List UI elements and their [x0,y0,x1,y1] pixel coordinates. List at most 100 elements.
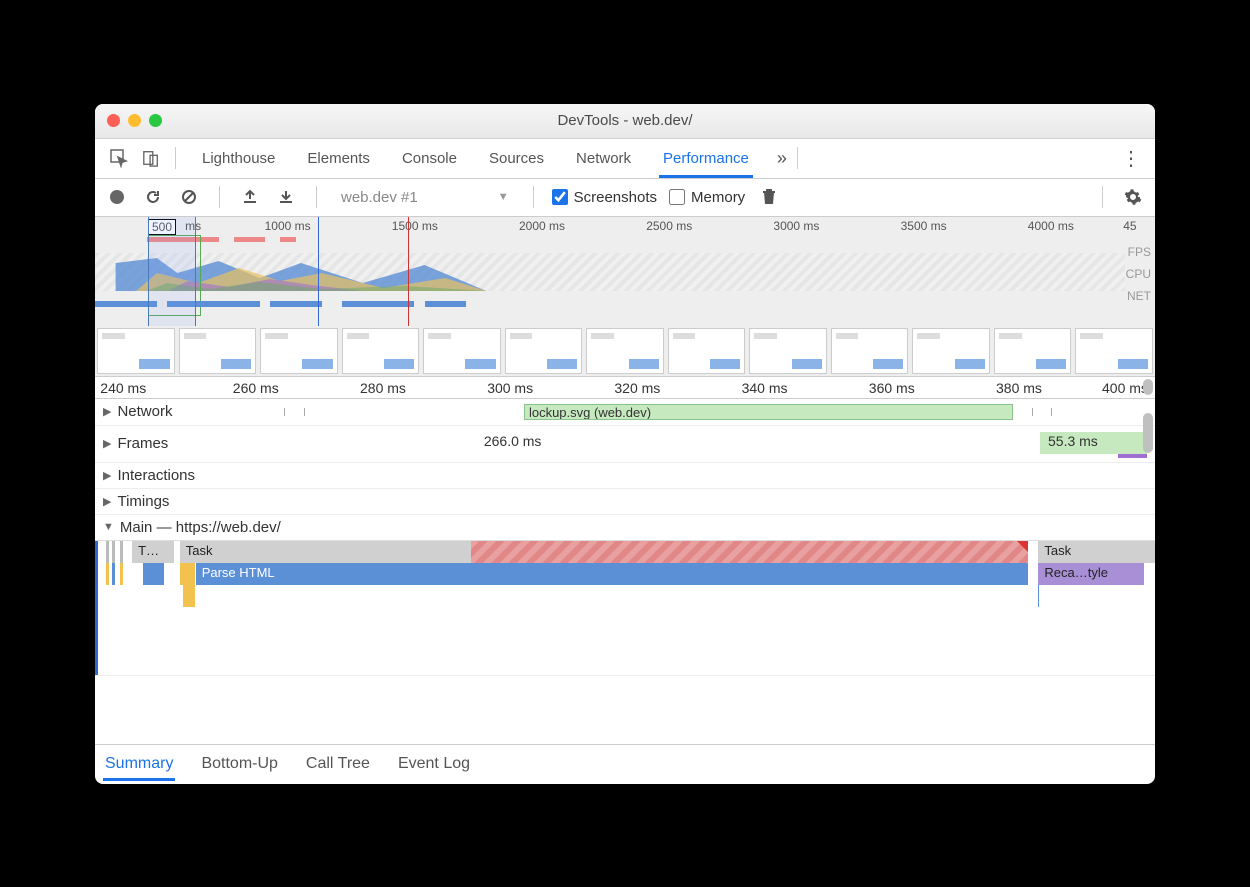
inspect-element-icon[interactable] [105,144,133,172]
overview-fps-lane [95,235,1125,247]
screenshot-thumb[interactable] [97,328,175,374]
expand-icon: ▶ [103,437,111,450]
cpu-label: CPU [1126,263,1151,285]
tab-sources[interactable]: Sources [473,139,560,178]
performance-toolbar: web.dev #1 ▼ Screenshots Memory [95,179,1155,217]
devtools-menu-icon[interactable]: ⋮ [1117,146,1145,171]
tab-elements[interactable]: Elements [291,139,386,178]
ruler-tick: 320 ms [614,380,660,396]
frame-duration[interactable]: 55.3 ms [1040,432,1147,454]
screenshot-thumb[interactable] [505,328,583,374]
frame-duration[interactable]: 266.0 ms [476,432,550,454]
frames-track-header[interactable]: ▶ Frames 266.0 ms 55.3 ms [95,426,1155,462]
dropdown-caret-icon: ▼ [498,191,509,203]
overview-ruler: 500 ms 1000 ms 1500 ms 2000 ms 2500 ms 3… [95,217,1155,235]
tab-event-log[interactable]: Event Log [396,747,472,781]
memory-label: Memory [691,189,745,206]
main-track-header[interactable]: ▼ Main — https://web.dev/ [95,515,1155,540]
screenshot-thumb[interactable] [423,328,501,374]
network-request-bar[interactable]: lockup.svg (web.dev) [524,404,1013,420]
tab-network[interactable]: Network [560,139,647,178]
screenshot-thumb[interactable] [1075,328,1153,374]
ruler-tick: 1000 ms [265,219,311,233]
details-tabs: Summary Bottom-Up Call Tree Event Log [95,744,1155,784]
task-bar[interactable]: Task [1038,541,1155,563]
screenshot-thumb[interactable] [342,328,420,374]
screenshots-input[interactable] [552,189,568,205]
tab-summary[interactable]: Summary [103,747,175,781]
close-window-button[interactable] [107,114,120,127]
reload-record-button[interactable] [141,185,165,209]
main-flame-chart[interactable]: T… Task Task Parse HTML Reca…tyle [95,540,1155,675]
save-profile-button[interactable] [274,185,298,209]
device-toolbar-icon[interactable] [137,144,165,172]
main-label: Main — https://web.dev/ [120,519,281,536]
ruler-scrollbar[interactable] [1143,379,1153,395]
panel-tabbar: Lighthouse Elements Console Sources Netw… [95,139,1155,179]
detail-ruler: 240 ms 260 ms 280 ms 300 ms 320 ms 340 m… [95,377,1155,399]
ruler-tick: 2000 ms [519,219,565,233]
memory-checkbox[interactable]: Memory [669,189,745,206]
interactions-track-header[interactable]: ▶ Interactions [95,463,1155,488]
tab-console[interactable]: Console [386,139,473,178]
timings-track-header[interactable]: ▶ Timings [95,489,1155,514]
flame-bar[interactable] [180,563,195,585]
minimize-window-button[interactable] [128,114,141,127]
parse-html-bar[interactable]: Parse HTML [196,563,1028,585]
divider [1102,186,1103,208]
ruler-tick: 380 ms [996,380,1042,396]
frames-track: ▶ Frames 266.0 ms 55.3 ms [95,426,1155,463]
task-bar[interactable]: Task [180,541,472,563]
tracks-panel: ▶ Network lockup.svg (web.dev) ▶ Frames … [95,399,1155,744]
fps-label: FPS [1126,241,1151,263]
timings-label: Timings [117,493,169,510]
screenshot-thumb[interactable] [831,328,909,374]
tab-bottom-up[interactable]: Bottom-Up [199,747,279,781]
capture-settings-button[interactable] [1121,185,1145,209]
ruler-tick: 1500 ms [392,219,438,233]
screenshot-thumb[interactable] [179,328,257,374]
screenshot-thumb[interactable] [668,328,746,374]
screenshots-label: Screenshots [574,189,657,206]
screenshot-thumb[interactable] [260,328,338,374]
collect-garbage-button[interactable] [757,185,781,209]
overview-cpu-lane [95,253,1125,291]
screenshot-thumb[interactable] [586,328,664,374]
ruler-tick: 2500 ms [646,219,692,233]
divider [797,147,798,169]
tab-call-tree[interactable]: Call Tree [304,747,372,781]
frames-label: Frames [117,435,168,452]
screenshot-thumb[interactable] [994,328,1072,374]
tracks-scrollbar[interactable] [1143,413,1153,453]
long-task-bar[interactable] [471,541,1028,563]
interactions-label: Interactions [117,467,195,484]
divider [533,186,534,208]
window-title: DevTools - web.dev/ [95,112,1155,129]
tab-lighthouse[interactable]: Lighthouse [186,139,291,178]
flame-bar[interactable] [143,563,164,585]
ruler-tick: 4000 ms [1028,219,1074,233]
expand-icon: ▶ [103,495,111,508]
memory-input[interactable] [669,189,685,205]
screenshots-checkbox[interactable]: Screenshots [552,189,657,206]
ruler-tick: 360 ms [869,380,915,396]
clear-button[interactable] [177,185,201,209]
network-track-header[interactable]: ▶ Network lockup.svg (web.dev) [95,399,1155,425]
screenshot-thumb[interactable] [912,328,990,374]
recalc-style-bar[interactable]: Reca…tyle [1038,563,1144,585]
tab-performance[interactable]: Performance [647,139,765,178]
overview-selection[interactable] [148,217,196,326]
recording-selector[interactable]: web.dev #1 ▼ [335,189,515,206]
recording-label: web.dev #1 [341,189,418,206]
overview-lane-labels: FPS CPU NET [1126,241,1151,307]
record-button[interactable] [105,185,129,209]
titlebar: DevTools - web.dev/ [95,104,1155,139]
screenshot-thumb[interactable] [749,328,827,374]
load-profile-button[interactable] [238,185,262,209]
task-bar[interactable]: T… [132,541,174,563]
overview-timeline[interactable]: 500 ms 1000 ms 1500 ms 2000 ms 2500 ms 3… [95,217,1155,377]
overview-playhead [408,217,409,326]
flame-bar[interactable] [183,585,195,607]
zoom-window-button[interactable] [149,114,162,127]
more-tabs-icon[interactable]: » [777,148,787,169]
